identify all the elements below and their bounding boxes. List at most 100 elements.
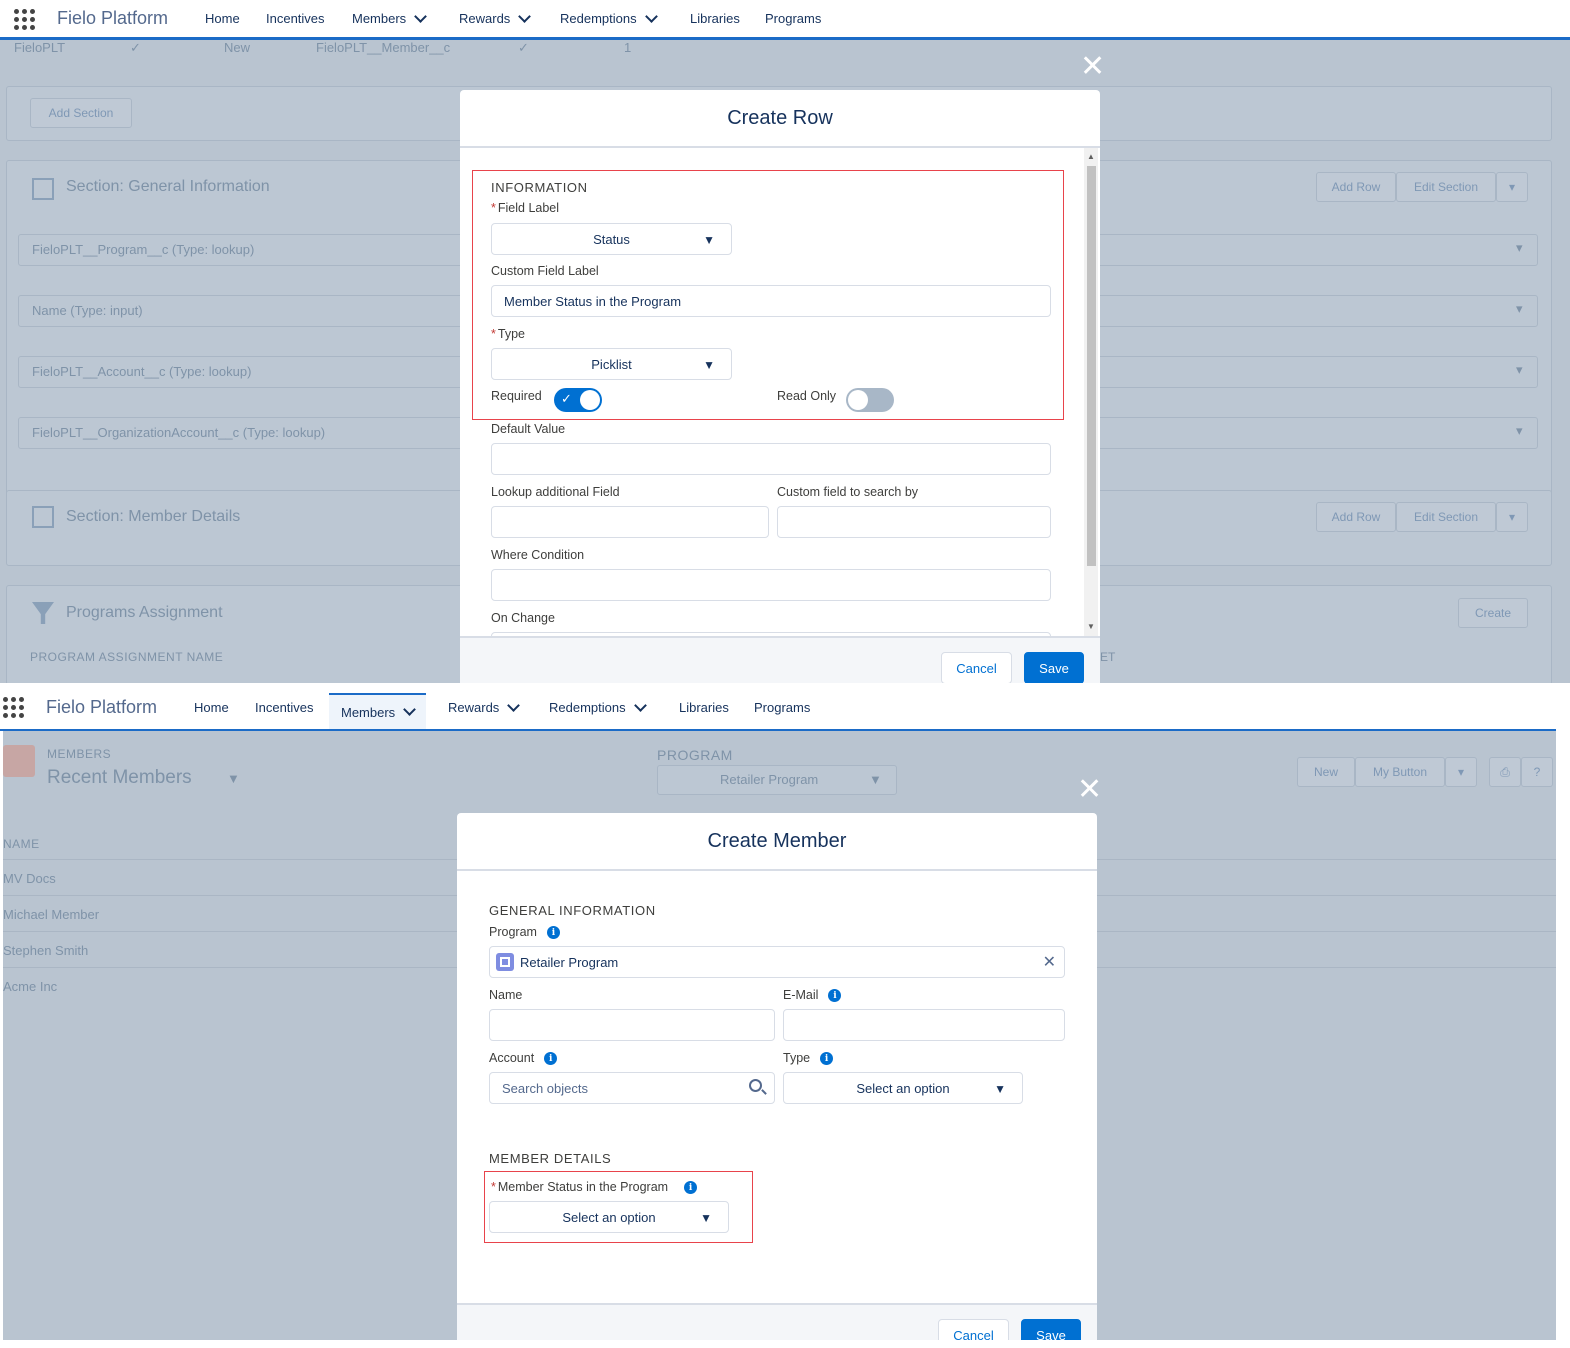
scroll-up-icon[interactable]: ▲ <box>1087 152 1095 161</box>
new-button[interactable]: New <box>1297 757 1355 787</box>
bg-row-cell: 1 <box>624 40 632 55</box>
create-row-modal: Create Row INFORMATION * Field Label Stat… <box>460 90 1100 683</box>
top-nav-bar: Fielo Platform Home Incentives Members R… <box>0 0 1570 40</box>
info-icon[interactable]: i <box>684 1181 698 1195</box>
close-icon[interactable]: ✕ <box>1080 52 1105 82</box>
section-member-details-title: Section: Member Details <box>66 508 241 525</box>
field-menu-chevron-icon[interactable]: ▾ <box>1516 301 1523 317</box>
programs-assignment-title: Programs Assignment <box>66 604 223 621</box>
cancel-button[interactable]: Cancel <box>941 652 1012 683</box>
column-header: ET <box>1100 650 1116 664</box>
field-menu-chevron-icon[interactable]: ▾ <box>1516 240 1523 256</box>
edit-section-button[interactable]: Edit Section <box>1396 172 1496 202</box>
nav-item-rewards[interactable]: Rewards <box>448 689 521 726</box>
add-section-button[interactable]: Add Section <box>30 98 132 128</box>
info-icon[interactable]: i <box>546 926 560 940</box>
list-view-chevron-icon[interactable]: ▼ <box>227 771 240 786</box>
add-row-button[interactable]: Add Row <box>1316 172 1396 202</box>
nav-item-redemptions[interactable]: Redemptions <box>549 689 647 726</box>
account-label: Account i <box>489 1051 558 1066</box>
scroll-down-icon[interactable]: ▼ <box>1087 622 1095 631</box>
help-icon[interactable]: ? <box>1521 757 1553 787</box>
section-menu-chevron-icon[interactable]: ▾ <box>1496 502 1528 532</box>
dropdown-arrow-icon: ▼ <box>994 1082 1006 1096</box>
bg-row-cell: New <box>224 40 251 55</box>
chevron-down-icon[interactable] <box>518 9 532 23</box>
member-row[interactable]: Acme Inc <box>3 979 57 994</box>
bg-check-icon: ✓ <box>130 40 141 55</box>
app-launcher-icon[interactable] <box>3 697 25 719</box>
name-input[interactable] <box>489 1009 775 1041</box>
scroll-thumb[interactable] <box>1087 166 1096 566</box>
modal-body: INFORMATION * Field Label Status ▼ Custom … <box>460 148 1086 636</box>
clear-icon[interactable]: ✕ <box>1043 952 1056 972</box>
read-only-label: Read Only <box>777 389 837 403</box>
type-select[interactable]: Picklist ▼ <box>491 348 732 380</box>
custom-search-field-input[interactable] <box>777 506 1051 538</box>
search-icon <box>749 1079 767 1095</box>
field-label-select[interactable]: Status ▼ <box>491 223 732 255</box>
modal-scrollbar[interactable]: ▲ ▼ <box>1084 148 1098 636</box>
nav-item-libraries[interactable]: Libraries <box>679 689 729 726</box>
type-label: Type i <box>783 1051 834 1066</box>
required-toggle[interactable]: ✓ <box>554 388 602 412</box>
chevron-down-icon[interactable] <box>507 698 521 712</box>
nav-item-rewards[interactable]: Rewards <box>459 0 532 37</box>
info-icon[interactable]: i <box>544 1052 558 1066</box>
bg-row-cell: FieloPLT__Member__c <box>316 40 451 55</box>
nav-item-programs[interactable]: Programs <box>754 689 810 726</box>
chevron-down-icon[interactable] <box>403 703 417 716</box>
create-button[interactable]: Create <box>1458 598 1528 628</box>
member-row[interactable]: Michael Member <box>3 907 99 922</box>
program-lookup-pill[interactable]: Retailer Program ✕ <box>489 946 1065 978</box>
nav-item-incentives[interactable]: Incentives <box>266 0 325 37</box>
close-icon[interactable]: ✕ <box>1077 775 1102 805</box>
chevron-down-icon[interactable] <box>644 9 658 23</box>
bg-field-label: Name (Type: input) <box>32 303 143 318</box>
dropdown-arrow-icon: ▼ <box>700 1211 712 1225</box>
nav-item-programs[interactable]: Programs <box>765 0 821 37</box>
dropdown-arrow-icon: ▼ <box>703 358 715 372</box>
info-icon[interactable]: i <box>828 989 842 1003</box>
section-menu-chevron-icon[interactable]: ▾ <box>1496 172 1528 202</box>
account-search-input[interactable]: Search objects <box>489 1072 775 1104</box>
chevron-down-icon[interactable] <box>633 698 647 712</box>
chevron-down-icon[interactable] <box>414 9 428 23</box>
add-row-button[interactable]: Add Row <box>1316 502 1396 532</box>
app-launcher-icon[interactable] <box>14 9 36 31</box>
modal-footer: Cancel Save <box>457 1303 1097 1348</box>
top-nav-bar: Fielo Platform Home Incentives Members R… <box>0 683 1556 731</box>
field-menu-chevron-icon[interactable]: ▾ <box>1516 423 1523 439</box>
bg-field-label: FieloPLT__Program__c (Type: lookup) <box>32 242 255 257</box>
nav-item-members[interactable]: Members <box>329 693 427 729</box>
nav-item-libraries[interactable]: Libraries <box>690 0 740 37</box>
program-object-icon <box>496 953 514 971</box>
edit-section-button[interactable]: Edit Section <box>1396 502 1496 532</box>
email-input[interactable] <box>783 1009 1065 1041</box>
my-button[interactable]: My Button <box>1355 757 1445 787</box>
custom-field-label-input[interactable]: Member Status in the Program <box>491 285 1051 317</box>
member-status-select[interactable]: Select an option ▼ <box>489 1201 729 1233</box>
type-select[interactable]: Select an option ▼ <box>783 1072 1023 1104</box>
read-only-toggle[interactable] <box>846 388 894 412</box>
member-row[interactable]: MV Docs <box>3 871 56 886</box>
bg-field-label: FieloPLT__Account__c (Type: lookup) <box>32 364 252 379</box>
nav-item-home[interactable]: Home <box>205 0 240 37</box>
actions-chevron-icon[interactable]: ▾ <box>1445 757 1477 787</box>
nav-item-members[interactable]: Members <box>352 0 428 37</box>
field-menu-chevron-icon[interactable]: ▾ <box>1516 362 1523 378</box>
printer-icon[interactable]: ⎙ <box>1489 757 1521 787</box>
where-condition-input[interactable] <box>491 569 1051 601</box>
lookup-additional-field-input[interactable] <box>491 506 769 538</box>
nav-item-incentives[interactable]: Incentives <box>255 689 314 726</box>
list-view-title: Recent Members <box>47 767 192 788</box>
create-member-modal: Create Member GENERAL INFORMATION Progra… <box>457 813 1097 1348</box>
info-icon[interactable]: i <box>820 1052 834 1066</box>
member-row[interactable]: Stephen Smith <box>3 943 88 958</box>
save-button[interactable]: Save <box>1024 652 1084 683</box>
modal-footer: Cancel Save <box>460 636 1100 683</box>
bg-field-label: FieloPLT__OrganizationAccount__c (Type: … <box>32 425 326 440</box>
nav-item-home[interactable]: Home <box>194 689 229 726</box>
default-value-input[interactable] <box>491 443 1051 475</box>
nav-item-redemptions[interactable]: Redemptions <box>560 0 658 37</box>
